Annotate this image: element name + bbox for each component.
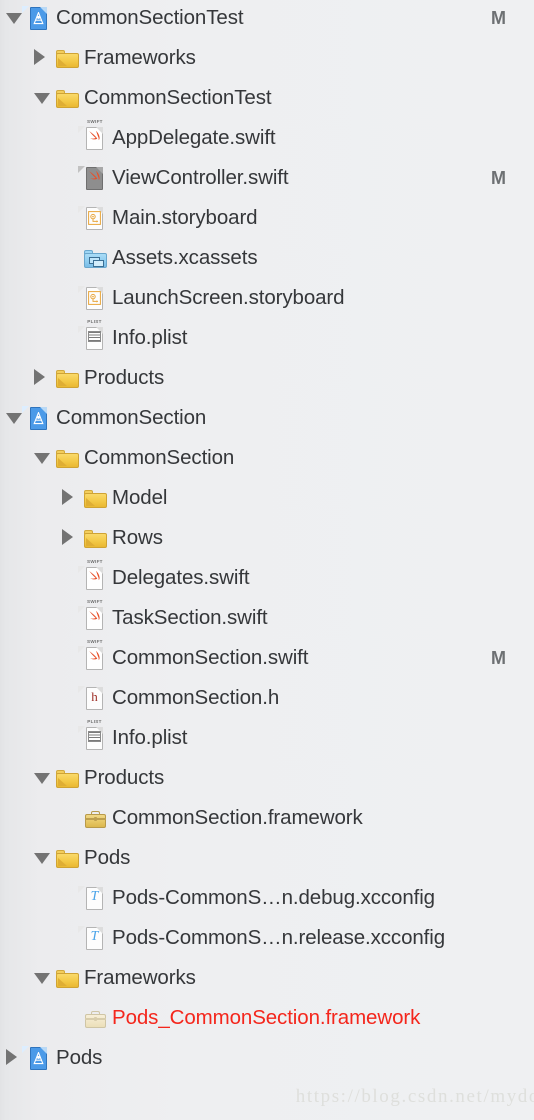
navigator-row-label: Products xyxy=(84,366,165,389)
navigator-row-label: Main.storyboard xyxy=(112,206,258,229)
navigator-row[interactable]: Products xyxy=(0,358,534,398)
navigator-row[interactable]: LaunchScreen.storyboard xyxy=(0,278,534,318)
navigator-row[interactable]: PLIST Info.plist xyxy=(0,718,534,758)
folder-icon xyxy=(84,487,107,511)
navigator-row[interactable]: Frameworks xyxy=(0,38,534,78)
navigator-row[interactable]: Rows xyxy=(0,518,534,558)
navigator-row-label: TaskSection.swift xyxy=(112,606,268,629)
navigator-row-label: Delegates.swift xyxy=(112,566,250,589)
navigator-row[interactable]: SWIFT Delegates.swift xyxy=(0,558,534,598)
swift-file-icon: SWIFT xyxy=(78,639,107,671)
navigator-row[interactable]: SWIFT CommonSection.swift M xyxy=(0,638,534,678)
xcconfig-icon: T xyxy=(78,886,107,911)
framework-icon-missing xyxy=(84,1007,107,1031)
navigator-row[interactable]: CommonSection xyxy=(0,438,534,478)
navigator-row-label: Pods xyxy=(84,846,131,869)
watermark: https://blog.csdn.net/mydo xyxy=(295,1086,534,1107)
navigator-row-label: CommonSectionTest xyxy=(56,6,244,29)
disclosure-triangle-closed-icon[interactable] xyxy=(6,1049,17,1065)
disclosure-triangle-open-icon[interactable] xyxy=(34,973,50,984)
navigator-row-label: CommonSection xyxy=(84,446,235,469)
navigator-row-label: Info.plist xyxy=(112,326,188,349)
disclosure-triangle-closed-icon[interactable] xyxy=(34,49,45,65)
swift-file-icon: SWIFT xyxy=(78,559,107,591)
navigator-row[interactable]: h CommonSection.h xyxy=(0,678,534,718)
navigator-row[interactable]: T Pods-CommonS…n.debug.xcconfig xyxy=(0,878,534,918)
navigator-row-label: CommonSection.framework xyxy=(112,806,363,829)
xcode-project-icon xyxy=(22,6,51,31)
swift-file-icon: SWIFT xyxy=(78,119,107,151)
status-badge: M xyxy=(491,168,506,188)
navigator-row[interactable]: Main.storyboard xyxy=(0,198,534,238)
navigator-row-label: Pods xyxy=(56,1046,103,1069)
disclosure-triangle-open-icon[interactable] xyxy=(6,13,22,24)
folder-icon xyxy=(56,47,79,71)
navigator-row[interactable]: Pods xyxy=(0,1038,534,1078)
xcode-project-icon xyxy=(22,406,51,431)
header-file-icon: h xyxy=(78,686,107,711)
navigator-row[interactable]: Pods xyxy=(0,838,534,878)
navigator-row-label: Products xyxy=(84,766,165,789)
swift-file-icon: SWIFT xyxy=(78,599,107,631)
navigator-row-label: Frameworks xyxy=(84,46,196,69)
disclosure-triangle-open-icon[interactable] xyxy=(34,773,50,784)
disclosure-triangle-closed-icon[interactable] xyxy=(62,489,73,505)
disclosure-triangle-closed-icon[interactable] xyxy=(62,529,73,545)
navigator-row-label: ViewController.swift xyxy=(112,166,289,189)
navigator-row-label: CommonSectionTest xyxy=(84,86,272,109)
navigator-row[interactable]: SWIFT AppDelegate.swift xyxy=(0,118,534,158)
navigator-row[interactable]: CommonSectionTest xyxy=(0,78,534,118)
disclosure-triangle-open-icon[interactable] xyxy=(34,453,50,464)
navigator-row-label: Pods-CommonS…n.release.xcconfig xyxy=(112,926,446,949)
navigator-row-label: Frameworks xyxy=(84,966,196,989)
navigator-row[interactable]: CommonSectionTest M xyxy=(0,0,534,38)
folder-icon xyxy=(84,527,107,551)
folder-icon xyxy=(56,87,79,111)
folder-icon xyxy=(56,447,79,471)
disclosure-triangle-open-icon[interactable] xyxy=(34,853,50,864)
xcode-project-icon xyxy=(22,1046,51,1071)
navigator-row-label: Pods-CommonS…n.debug.xcconfig xyxy=(112,886,435,909)
disclosure-triangle-open-icon[interactable] xyxy=(34,93,50,104)
swift-file-icon-dimmed: SWIFT xyxy=(78,159,107,191)
navigator-row-label: CommonSection.h xyxy=(112,686,280,709)
navigator-row[interactable]: Assets.xcassets xyxy=(0,238,534,278)
navigator-row-label: CommonSection xyxy=(56,406,207,429)
framework-icon xyxy=(84,807,107,831)
folder-icon xyxy=(56,367,79,391)
xcassets-folder-icon xyxy=(84,247,107,271)
navigator-row-label: Assets.xcassets xyxy=(112,246,258,269)
navigator-row-label: Pods_CommonSection.framework xyxy=(112,1006,421,1029)
plist-icon: PLIST xyxy=(78,319,107,351)
navigator-row[interactable]: SWIFT TaskSection.swift xyxy=(0,598,534,638)
storyboard-icon xyxy=(78,206,107,231)
navigator-row[interactable]: CommonSection.framework xyxy=(0,798,534,838)
disclosure-triangle-closed-icon[interactable] xyxy=(34,369,45,385)
project-navigator[interactable]: CommonSectionTest M Frameworks CommonSectio… xyxy=(0,0,534,1120)
xcconfig-icon: T xyxy=(78,926,107,951)
status-badge: M xyxy=(491,8,506,28)
navigator-row[interactable]: T Pods-CommonS…n.release.xcconfig xyxy=(0,918,534,958)
navigator-row-label: Info.plist xyxy=(112,726,188,749)
storyboard-icon xyxy=(78,286,107,311)
navigator-row-label: LaunchScreen.storyboard xyxy=(112,286,345,309)
folder-icon xyxy=(56,847,79,871)
plist-icon: PLIST xyxy=(78,719,107,751)
status-badge: M xyxy=(491,648,506,668)
folder-icon xyxy=(56,767,79,791)
navigator-row[interactable]: CommonSection xyxy=(0,398,534,438)
folder-icon xyxy=(56,967,79,991)
navigator-row[interactable]: Model xyxy=(0,478,534,518)
disclosure-triangle-open-icon[interactable] xyxy=(6,413,22,424)
navigator-row[interactable]: Products xyxy=(0,758,534,798)
navigator-row-label: CommonSection.swift xyxy=(112,646,309,669)
navigator-row[interactable]: SWIFT ViewController.swift M xyxy=(0,158,534,198)
navigator-row[interactable]: Pods_CommonSection.framework xyxy=(0,998,534,1038)
navigator-row-label: Model xyxy=(112,486,168,509)
navigator-row-label: AppDelegate.swift xyxy=(112,126,276,149)
navigator-row[interactable]: Frameworks xyxy=(0,958,534,998)
navigator-row[interactable]: PLIST Info.plist xyxy=(0,318,534,358)
navigator-row-label: Rows xyxy=(112,526,163,549)
